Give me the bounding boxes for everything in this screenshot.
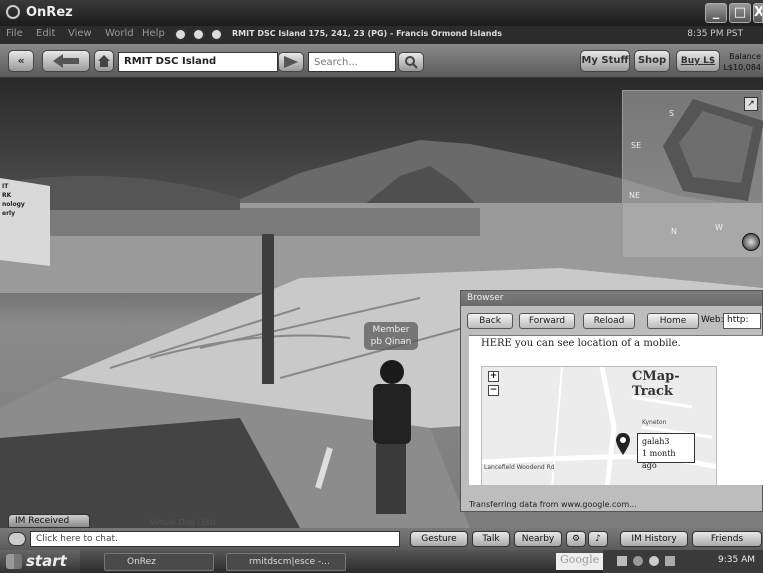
address-input[interactable]: RMIT DSC Island [118,52,278,72]
road-label-kyneton: Kyneton [642,419,667,426]
avatar-group: Member [372,325,410,335]
chat-bubble-icon[interactable] [8,532,26,546]
road-label-lancefield: Lancefield Woodend Rd [484,464,555,471]
os-taskbar: start OnRez rmitdscm|esce -... Google 9:… [0,550,763,573]
location-readout: RMIT DSC Island 175, 241, 23 (PG) - Fran… [232,29,502,38]
history-back-button[interactable]: « [8,50,34,72]
window-titlebar: OnRez _ □ X [0,0,763,26]
voice-settings-icon[interactable]: ⚙ [566,531,586,547]
map-pin-icon[interactable] [616,433,630,455]
map-info-popup: galah3 1 month ago [637,433,695,470]
avatar-legs [376,444,406,514]
magnifier-icon [405,56,418,69]
popup-last-seen: 1 month ago [642,449,676,470]
onrez-app-icon [6,5,20,19]
taskbar-onrez[interactable]: OnRez [104,553,214,571]
navigation-bar: « RMIT DSC Island My Stuff Shop Buy L$ B… [0,44,763,78]
menu-edit[interactable]: Edit [36,28,55,39]
compass-label-n: N [671,227,677,236]
menu-clock: 8:35 PM PST [687,29,743,39]
window-title: OnRez [26,5,73,20]
map-zoom-out-button[interactable]: − [488,385,499,396]
speaker-icon[interactable]: ♪ [588,531,608,547]
menu-bar: File Edit View World Help RMIT DSC Islan… [0,26,763,44]
back-arrow-button[interactable] [42,50,90,72]
im-history-button[interactable]: IM History [620,531,688,547]
no-fly-icon [174,28,187,41]
wooden-post [262,234,274,384]
shore [0,208,480,236]
balance-value: L$10,084 [723,63,761,72]
chat-bar: Click here to chat. Gesture Talk Nearby … [0,528,763,550]
home-button[interactable] [94,50,114,72]
virtual-label: Virtual Dog (1st) [150,518,216,527]
nearby-button[interactable]: Nearby [514,531,562,547]
google-map[interactable]: + − CMap-Track galah3 1 month ago Lancef… [481,366,717,486]
windows-logo-icon [6,554,22,569]
menu-help[interactable]: Help [142,28,165,39]
friends-button[interactable]: Friends [692,531,762,547]
avatar-nametag: Member pb Qinan [364,322,418,350]
buy-lindens-button[interactable]: Buy L$ [676,50,720,72]
browser-forward-button[interactable]: Forward [519,313,575,329]
browser-title: Browser [461,291,762,306]
no-build-icon [192,28,205,41]
tray-update-icon[interactable] [665,556,675,566]
browser-url-input[interactable]: http: [723,313,761,329]
cmap-track-logo: CMap-Track [632,369,680,399]
avatar-name: pb Qinan [370,337,412,347]
browser-reload-button[interactable]: Reload [583,313,635,329]
go-button[interactable] [278,52,304,72]
avatar-body [373,384,411,444]
browser-content[interactable]: HERE you can see location of a mobile. +… [469,335,763,486]
browser-message: HERE you can see location of a mobile. [481,338,681,349]
go-arrow-icon [284,56,298,68]
menu-view[interactable]: View [68,28,92,39]
balance-display: Balance L$10,084 [723,51,761,73]
search-input[interactable] [308,52,396,72]
taskbar-explorer[interactable]: rmitdscm|esce -... [226,553,346,571]
shop-button[interactable]: Shop [634,50,670,72]
taskbar-clock: 9:35 AM [718,555,755,565]
system-tray: 9:35 AM [603,550,763,573]
browser-home-button[interactable]: Home [647,313,699,329]
home-icon [98,55,110,67]
globe-icon[interactable] [742,233,760,251]
web-label: Web: [701,315,724,325]
compass-label-s: S [669,109,675,118]
my-stuff-button[interactable]: My Stuff [580,50,630,72]
sign-text: IT RK nology erly [2,183,25,217]
im-received-tab[interactable]: IM Received [8,514,90,528]
tray-security-icon[interactable] [649,556,659,566]
search-button[interactable] [398,52,424,72]
menu-file[interactable]: File [6,28,23,39]
minimize-button[interactable]: _ [705,3,727,23]
browser-status: Transferring data from www.google.com... [469,500,637,509]
menu-world[interactable]: World [105,28,134,39]
tray-network-icon[interactable] [617,556,627,566]
gesture-button[interactable]: Gesture [410,531,468,547]
popup-device-name: galah3 [642,437,670,446]
chat-input[interactable]: Click here to chat. [30,531,400,547]
compass-label-w: W [715,223,723,232]
no-scripts-icon [210,28,223,41]
tray-volume-icon[interactable] [633,556,643,566]
avatar-head [380,360,404,384]
minimap-terrain [663,99,763,201]
left-arrow-icon [53,54,79,68]
compass-label-se: SE [631,141,642,150]
browser-window: Browser Back Forward Reload Home Web: ht… [460,290,763,512]
talk-button[interactable]: Talk [472,531,510,547]
map-zoom-in-button[interactable]: + [488,371,499,382]
close-button[interactable]: X [753,3,763,23]
minimap-expand-icon[interactable]: ↗ [744,97,758,111]
maximize-button[interactable]: □ [729,3,751,23]
browser-back-button[interactable]: Back [467,313,513,329]
compass-label-ne: NE [629,191,641,200]
balance-label: Balance [729,52,761,61]
minimap[interactable]: ↗ S SE NE W N [622,90,763,258]
